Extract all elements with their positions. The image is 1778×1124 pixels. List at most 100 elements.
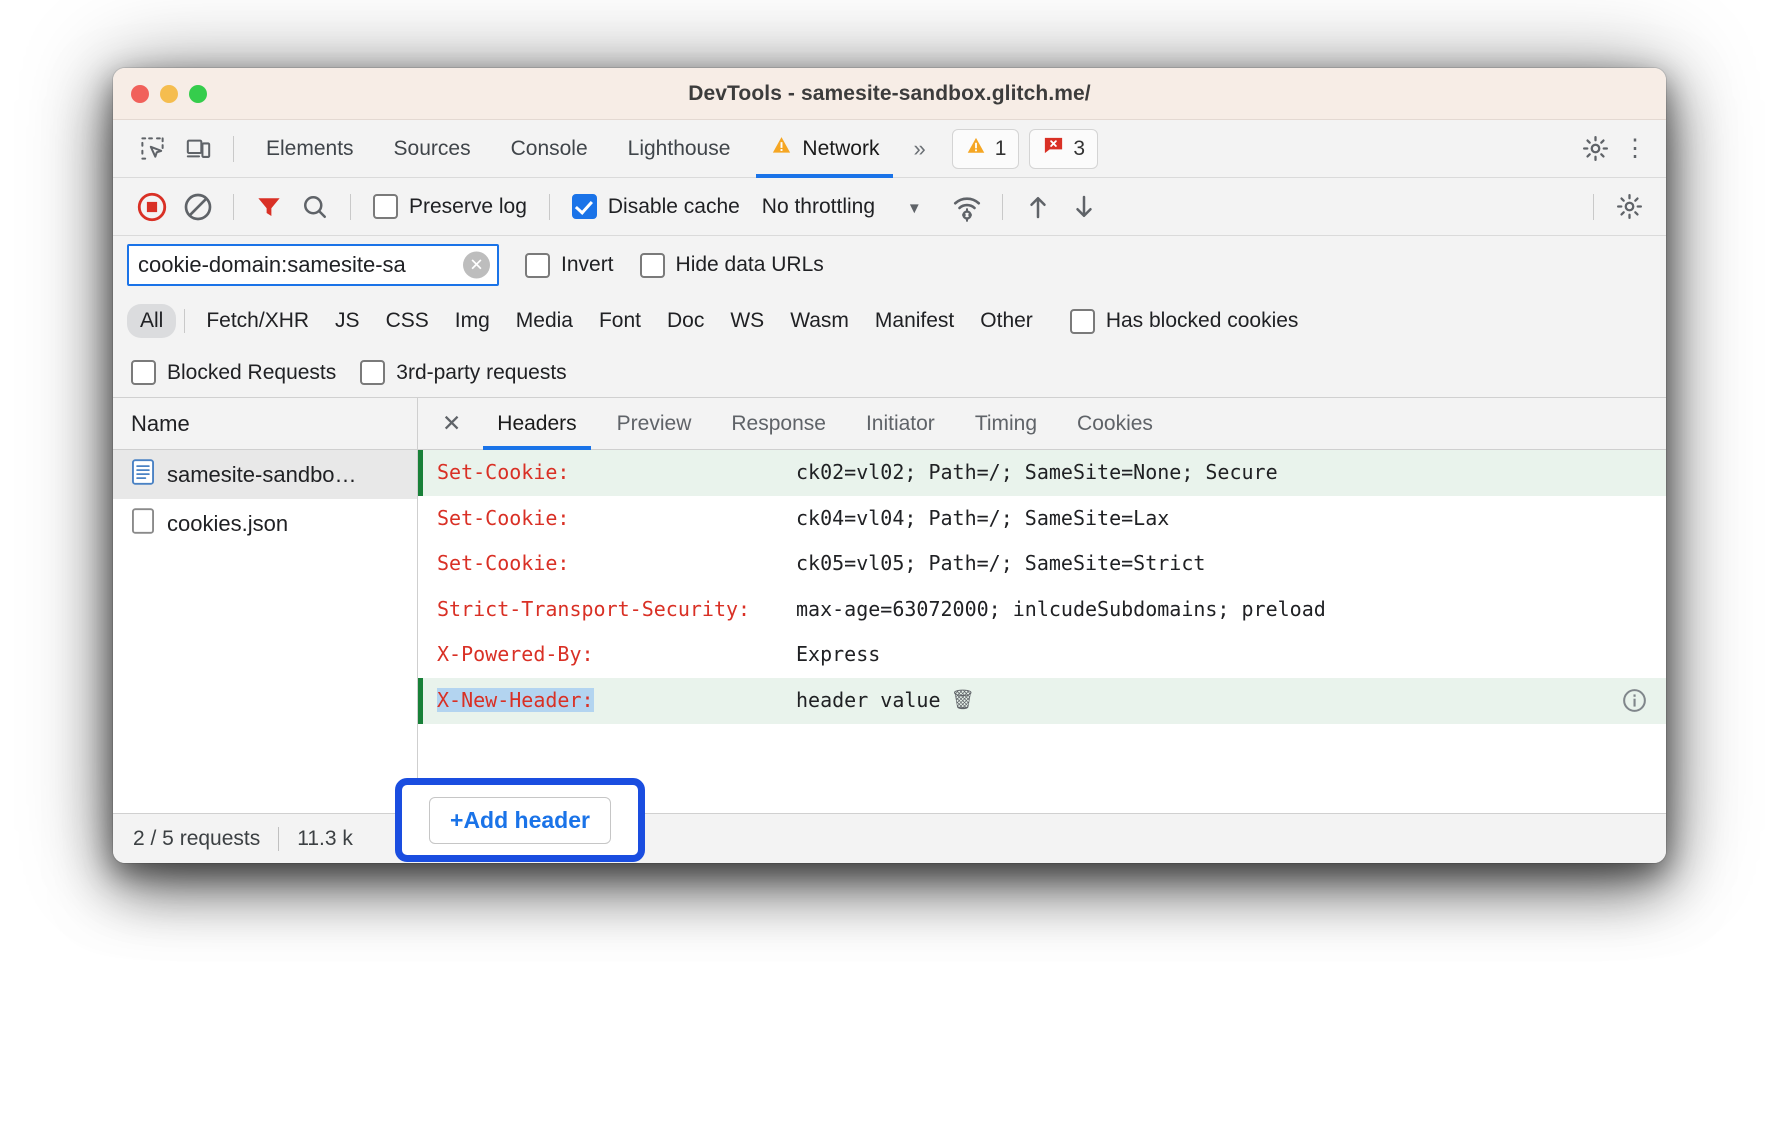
preserve-log-label: Preserve log <box>409 195 527 219</box>
header-value-wrap[interactable]: header value 🗑 <box>796 686 1666 716</box>
chevron-down-icon[interactable]: ▼ <box>907 200 922 217</box>
header-value-wrap[interactable]: ck02=vl02; Path=/; SameSite=None; Secure <box>796 458 1666 488</box>
invert-checkbox[interactable]: Invert <box>525 253 614 278</box>
tab-response[interactable]: Response <box>711 398 846 450</box>
header-value: max-age=63072000; inlcudeSubdomains; pre… <box>796 595 1326 625</box>
header-name-selected-text: X-New-Header: <box>437 688 594 712</box>
add-header-button[interactable]: +Add header <box>429 797 611 844</box>
tab-elements[interactable]: Elements <box>246 120 374 178</box>
kebab-menu-icon[interactable]: ⋮ <box>1618 134 1652 163</box>
add-header-highlight: +Add header <box>395 778 645 862</box>
device-toolbar-icon[interactable] <box>175 129 221 169</box>
type-filter-manifest[interactable]: Manifest <box>862 304 967 338</box>
blocked-requests-checkbox[interactable]: Blocked Requests <box>131 360 336 385</box>
tab-preview[interactable]: Preview <box>597 398 712 450</box>
third-party-requests-checkbox-box[interactable] <box>360 360 385 385</box>
tab-lighthouse[interactable]: Lighthouse <box>608 120 751 178</box>
tab-sources[interactable]: Sources <box>374 120 491 178</box>
header-value-wrap[interactable]: Express <box>796 640 1666 670</box>
clear-icon[interactable] <box>175 187 221 227</box>
throttling-select[interactable]: No throttling ▼ <box>762 195 922 219</box>
header-value: Express <box>796 640 880 670</box>
has-blocked-cookies-checkbox[interactable]: Has blocked cookies <box>1070 309 1299 334</box>
tab-console[interactable]: Console <box>491 120 608 178</box>
gear-icon[interactable] <box>1572 129 1618 169</box>
header-value-wrap[interactable]: ck05=vl05; Path=/; SameSite=Strict <box>796 549 1666 579</box>
header-name: Set-Cookie: <box>418 458 796 488</box>
third-party-requests-checkbox[interactable]: 3rd-party requests <box>360 360 566 385</box>
header-row[interactable]: Strict-Transport-Security: max-age=63072… <box>418 587 1666 633</box>
warning-count-badge[interactable]: 1 <box>952 129 1020 169</box>
close-icon[interactable]: ✕ <box>436 410 477 437</box>
issue-badges: 1 3 <box>952 129 1098 169</box>
filter-row: cookie-domain:samesite-sa ✕ Invert Hide … <box>113 236 1666 294</box>
toolbar-divider-4 <box>1002 194 1003 220</box>
invert-checkbox-box[interactable] <box>525 253 550 278</box>
filter-input[interactable]: cookie-domain:samesite-sa ✕ <box>127 244 499 286</box>
json-file-icon <box>131 508 155 540</box>
search-icon[interactable] <box>292 187 338 227</box>
hide-data-urls-checkbox[interactable]: Hide data URLs <box>640 253 824 278</box>
window-controls[interactable] <box>131 85 207 103</box>
import-har-icon[interactable] <box>1015 187 1061 227</box>
type-filter-font[interactable]: Font <box>586 304 654 338</box>
record-stop-icon[interactable] <box>129 187 175 227</box>
more-tabs-icon[interactable]: » <box>899 136 937 162</box>
header-value: header value <box>796 686 941 716</box>
header-row[interactable]: Set-Cookie: ck04=vl04; Path=/; SameSite=… <box>418 496 1666 542</box>
preserve-log-checkbox[interactable]: Preserve log <box>373 194 527 219</box>
tab-timing[interactable]: Timing <box>955 398 1057 450</box>
filter-icon[interactable] <box>246 187 292 227</box>
window-title: DevTools - samesite-sandbox.glitch.me/ <box>113 82 1666 106</box>
type-filter-img[interactable]: Img <box>442 304 503 338</box>
type-filter-css[interactable]: CSS <box>373 304 442 338</box>
type-filter-divider <box>184 309 185 333</box>
type-filter-other[interactable]: Other <box>967 304 1046 338</box>
tab-headers[interactable]: Headers <box>477 398 596 450</box>
invert-label: Invert <box>561 253 614 277</box>
clear-input-icon[interactable]: ✕ <box>463 252 490 279</box>
disable-cache-label: Disable cache <box>608 195 740 219</box>
list-item[interactable]: samesite-sandbo… <box>113 450 417 499</box>
type-filter-doc[interactable]: Doc <box>654 304 717 338</box>
export-har-icon[interactable] <box>1061 187 1107 227</box>
header-value-wrap[interactable]: ck04=vl04; Path=/; SameSite=Lax <box>796 504 1666 534</box>
wifi-settings-icon[interactable] <box>944 187 990 227</box>
maximize-window-button[interactable] <box>189 85 207 103</box>
header-row[interactable]: X-Powered-By: Express <box>418 632 1666 678</box>
type-filter-all[interactable]: All <box>127 304 176 338</box>
delete-header-icon[interactable]: 🗑 <box>951 686 975 714</box>
type-filter-js[interactable]: JS <box>322 304 373 338</box>
info-icon[interactable] <box>1621 687 1648 719</box>
header-name: X-New-Header: <box>418 686 796 716</box>
preserve-log-checkbox-box[interactable] <box>373 194 398 219</box>
tab-cookies[interactable]: Cookies <box>1057 398 1173 450</box>
header-row[interactable]: Set-Cookie: ck02=vl02; Path=/; SameSite=… <box>418 450 1666 496</box>
list-item[interactable]: cookies.json <box>113 499 417 548</box>
tab-network[interactable]: Network <box>750 120 899 178</box>
blocked-requests-checkbox-box[interactable] <box>131 360 156 385</box>
request-name-label: cookies.json <box>167 511 288 537</box>
minimize-window-button[interactable] <box>160 85 178 103</box>
network-settings-gear-icon[interactable] <box>1606 187 1652 227</box>
has-blocked-cookies-checkbox-box[interactable] <box>1070 309 1095 334</box>
inspect-element-icon[interactable] <box>129 129 175 169</box>
header-name: X-Powered-By: <box>418 640 796 670</box>
type-filter-wasm[interactable]: Wasm <box>777 304 862 338</box>
tab-initiator[interactable]: Initiator <box>846 398 955 450</box>
header-row[interactable]: X-New-Header: header value 🗑 <box>418 678 1666 724</box>
disable-cache-checkbox[interactable]: Disable cache <box>572 194 740 219</box>
type-filter-ws[interactable]: WS <box>717 304 777 338</box>
disable-cache-checkbox-box[interactable] <box>572 194 597 219</box>
close-window-button[interactable] <box>131 85 149 103</box>
error-count-label: 3 <box>1073 137 1085 161</box>
header-row[interactable]: Set-Cookie: ck05=vl05; Path=/; SameSite=… <box>418 541 1666 587</box>
window-titlebar: DevTools - samesite-sandbox.glitch.me/ <box>113 68 1666 120</box>
type-filter-media[interactable]: Media <box>503 304 586 338</box>
hide-data-urls-checkbox-box[interactable] <box>640 253 665 278</box>
request-name-column-header[interactable]: Name <box>113 398 417 450</box>
header-value-wrap[interactable]: max-age=63072000; inlcudeSubdomains; pre… <box>796 595 1666 625</box>
error-count-badge[interactable]: 3 <box>1029 129 1098 169</box>
type-filter-fetch-xhr[interactable]: Fetch/XHR <box>193 304 322 338</box>
status-bar: 2 / 5 requests 11.3 k <box>113 813 1666 863</box>
